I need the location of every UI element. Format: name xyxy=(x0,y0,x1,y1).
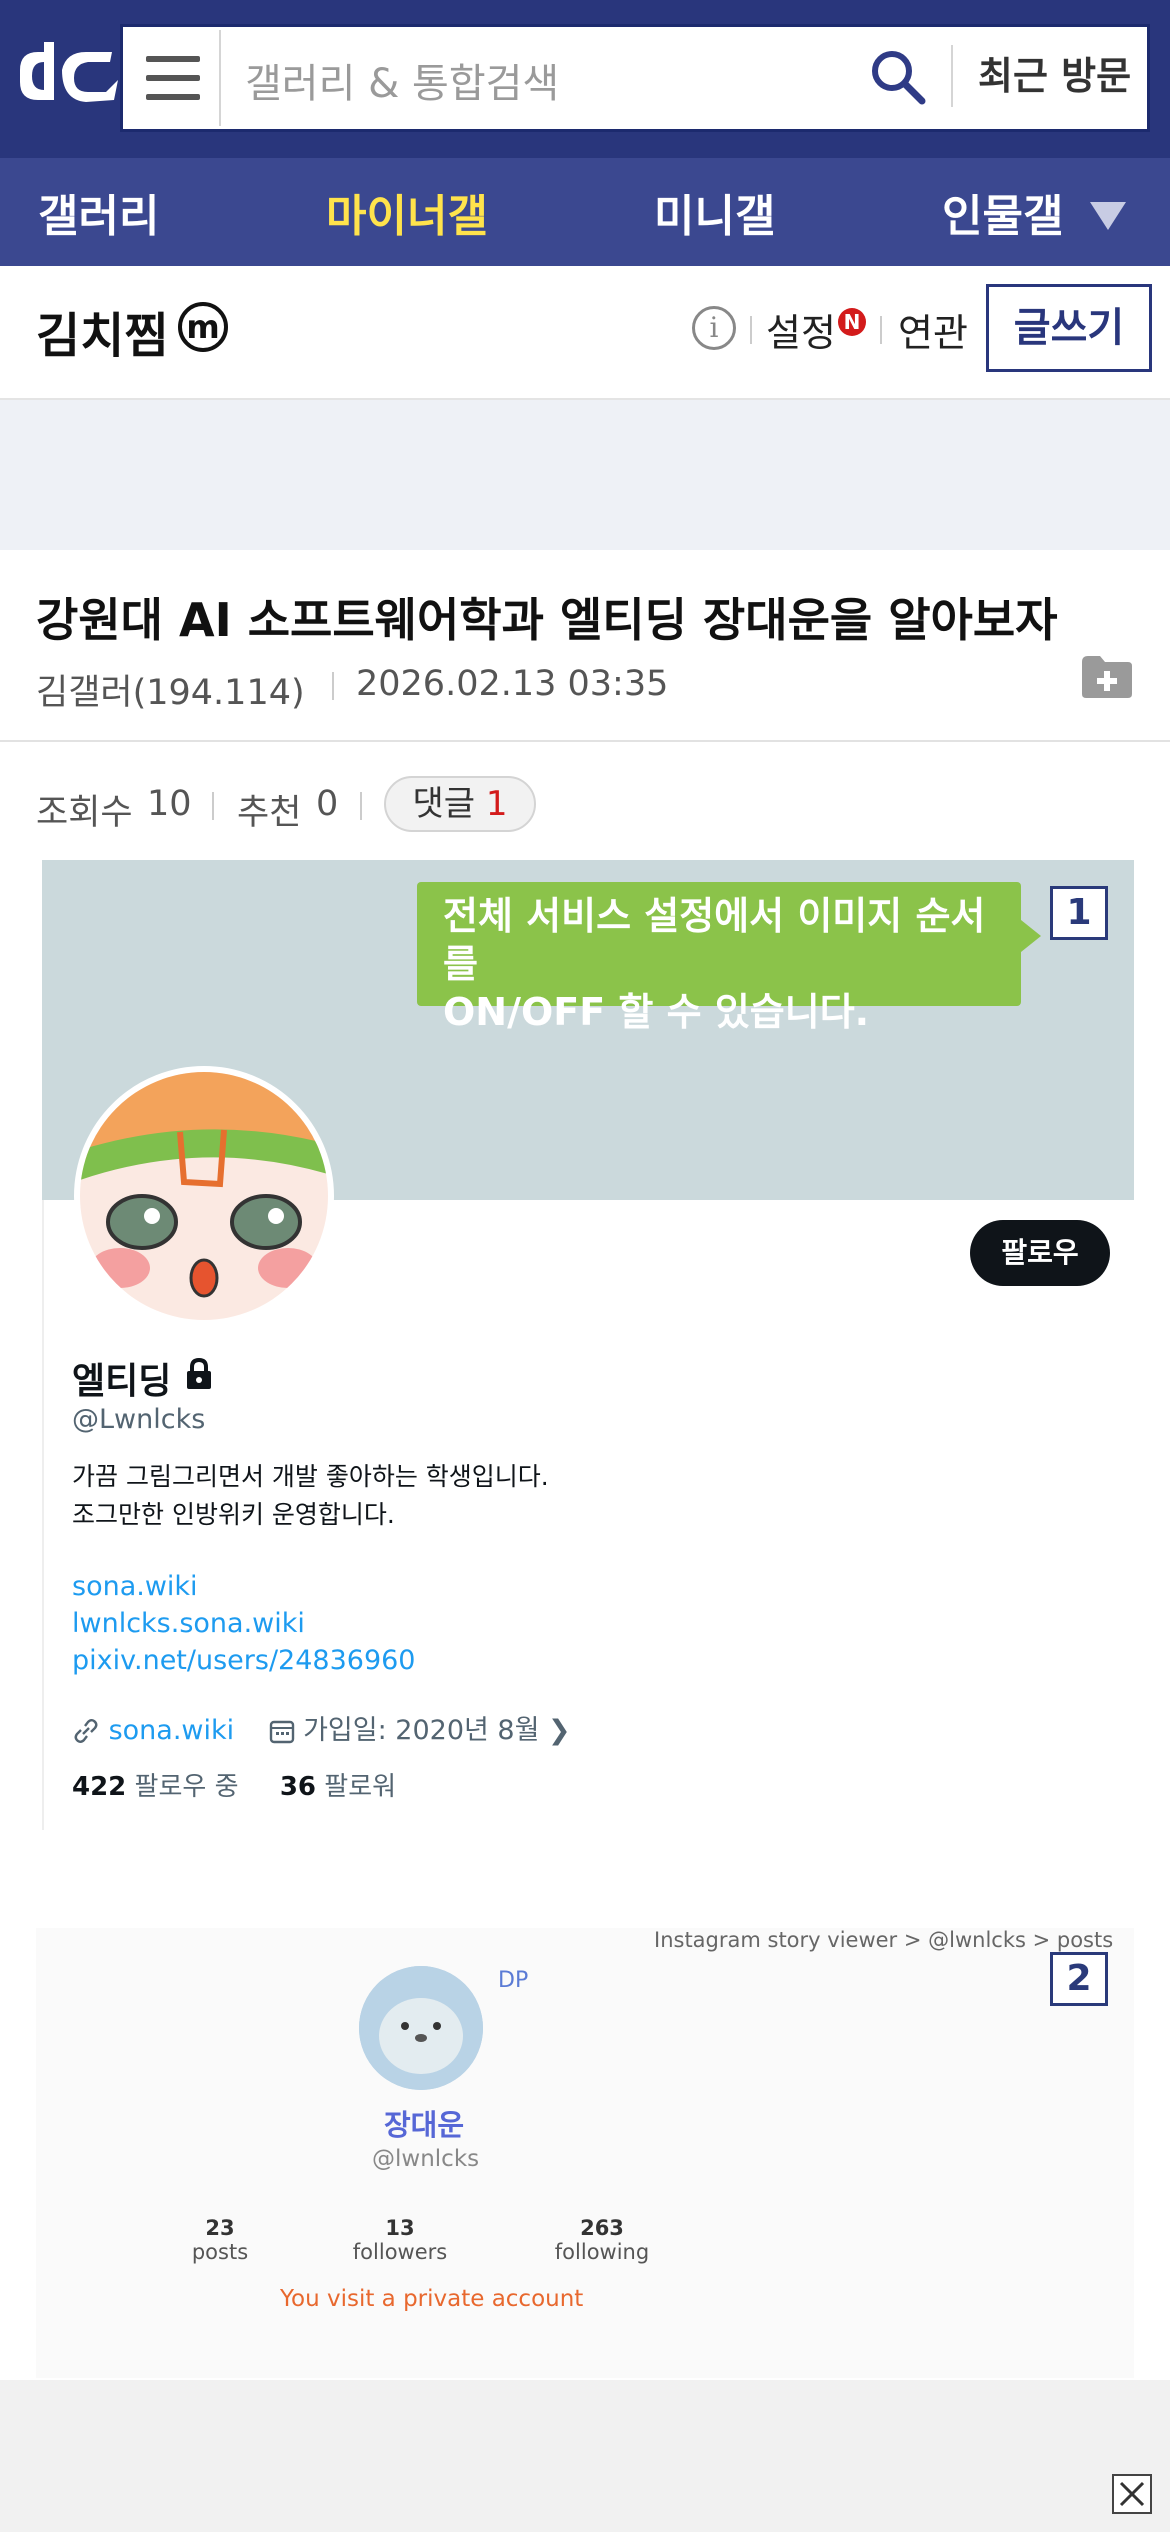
profile-link[interactable]: lwnlcks.sona.wiki xyxy=(72,1605,415,1642)
comment-count: 1 xyxy=(485,784,508,824)
minor-gallery-badge: m xyxy=(178,302,228,352)
stat-label: posts xyxy=(191,2240,249,2264)
stat-label: followers xyxy=(352,2240,448,2264)
ad-banner xyxy=(0,400,1170,550)
post-image-2: Instagram story viewer > @lwnlcks > post… xyxy=(36,1928,1134,2378)
profile-website[interactable]: sona.wiki xyxy=(109,1715,235,1746)
stat-posts: 23 posts xyxy=(140,2216,300,2264)
link-icon xyxy=(74,1719,98,1743)
post-title: 강원대 AI 소프트웨어학과 엘티딩 장대운을 알아보자 xyxy=(36,593,1058,647)
nav-mini-gallery[interactable]: 미니갤 xyxy=(654,180,775,244)
recent-visit-button[interactable]: 최근 방문 xyxy=(978,45,1131,100)
recommend-count: 0 xyxy=(316,784,339,824)
info-icon[interactable]: i xyxy=(692,306,736,350)
views-label: 조회수 xyxy=(36,793,133,833)
gallery-nav: 갤러리 마이너갤 미니갤 인물갤 xyxy=(0,158,1170,266)
divider xyxy=(212,792,214,820)
image-number-badge[interactable]: 2 xyxy=(1050,1952,1108,2006)
profile-links: sona.wiki lwnlcks.sona.wiki pixiv.net/us… xyxy=(72,1568,415,1679)
profile-joined: 가입일: 2020년 8월 xyxy=(303,1715,540,1746)
stat-followers: 13 followers xyxy=(320,2216,480,2264)
profile-avatar xyxy=(359,1966,483,2090)
close-icon[interactable] xyxy=(1112,2474,1152,2514)
nav-gallery[interactable]: 갤러리 xyxy=(38,180,159,244)
search-input[interactable]: 갤러리 & 통합검색 xyxy=(245,51,559,109)
post-image-1: 전체 서비스 설정에서 이미지 순서를 ON/OFF 할 수 있습니다. 1 팔… xyxy=(42,860,1134,1830)
profile-handle: @lwnlcks xyxy=(372,2146,480,2172)
nav-minor-gallery[interactable]: 마이너갤 xyxy=(326,180,488,244)
post-author[interactable]: 김갤러(194.114) xyxy=(36,664,305,715)
gallery-title-bar: 김치찜 m i 설정 N 연관 글쓰기 xyxy=(0,266,1170,400)
divider xyxy=(360,792,362,820)
divider xyxy=(332,672,334,700)
divider xyxy=(750,316,752,344)
seal-avatar-icon xyxy=(359,1966,483,2090)
profile-avatar xyxy=(74,1066,334,1326)
lock-icon xyxy=(187,1358,211,1389)
related-button[interactable]: 연관 xyxy=(898,302,968,357)
profile-name: 엘티딩 xyxy=(72,1361,172,1402)
add-folder-icon[interactable] xyxy=(1080,654,1134,698)
stat-value: 13 xyxy=(385,2216,415,2240)
menu-button[interactable] xyxy=(126,30,221,126)
new-badge: N xyxy=(838,308,866,336)
search-box[interactable]: 갤러리 & 통합검색 최근 방문 xyxy=(120,24,1150,132)
stat-value: 23 xyxy=(205,2216,235,2240)
bio-line-1: 가끔 그림그리면서 개발 좋아하는 학생입니다. xyxy=(72,1462,549,1491)
recommend-label: 추천 xyxy=(237,793,302,833)
image-order-tooltip: 전체 서비스 설정에서 이미지 순서를 ON/OFF 할 수 있습니다. xyxy=(417,882,1021,1034)
tooltip-line-2: ON/OFF 할 수 있습니다. xyxy=(443,990,870,1034)
profile-meta: sona.wiki 가입일: 2020년 8월 ❯ xyxy=(72,1708,571,1747)
follow-button[interactable]: 팔로우 xyxy=(970,1220,1110,1286)
views-count: 10 xyxy=(147,784,192,824)
post-date: 2026.02.13 03:35 xyxy=(356,664,669,704)
nav-person-gallery[interactable]: 인물갤 xyxy=(942,180,1063,244)
write-button[interactable]: 글쓰기 xyxy=(986,284,1152,372)
image-number-badge[interactable]: 1 xyxy=(1050,886,1108,940)
divider xyxy=(880,316,882,344)
profile-follow-counts: 422 팔로우 중 36 팔로워 xyxy=(72,1766,396,1803)
dp-label[interactable]: DP xyxy=(498,1968,528,1993)
bio-line-2: 조그만한 인방위키 운영합니다. xyxy=(72,1500,395,1529)
divider xyxy=(42,1200,44,1830)
chevron-right-icon: ❯ xyxy=(548,1715,571,1746)
divider xyxy=(951,45,953,107)
profile-handle: @Lwnlcks xyxy=(72,1404,206,1435)
tooltip-arrow xyxy=(1021,920,1041,952)
search-icon[interactable] xyxy=(868,47,928,107)
profile-bio: 가끔 그림그리면서 개발 좋아하는 학생입니다. 조그만한 인방위키 운영합니다… xyxy=(72,1458,549,1534)
private-account-note: You visit a private account xyxy=(280,2286,584,2312)
settings-button[interactable]: 설정 xyxy=(766,302,836,357)
divider xyxy=(0,740,1170,742)
chevron-down-icon[interactable] xyxy=(1090,202,1126,230)
calendar-icon xyxy=(269,1720,294,1744)
comment-button[interactable]: 댓글 1 xyxy=(384,776,536,832)
stat-label: following xyxy=(554,2240,650,2264)
following-label[interactable]: 팔로우 중 xyxy=(135,1772,239,1802)
top-header: 갤러리 & 통합검색 최근 방문 xyxy=(0,0,1170,158)
comment-label: 댓글 xyxy=(412,784,476,824)
tooltip-line-1: 전체 서비스 설정에서 이미지 순서를 xyxy=(443,894,986,986)
followers-count: 36 xyxy=(279,1772,317,1802)
dc-logo-icon[interactable] xyxy=(14,40,118,118)
bottom-ad-banner xyxy=(0,2380,1170,2532)
stat-value: 263 xyxy=(580,2216,624,2240)
following-count: 422 xyxy=(72,1772,127,1802)
followers-label[interactable]: 팔로워 xyxy=(324,1772,396,1802)
gallery-title[interactable]: 김치찜 xyxy=(36,296,168,366)
breadcrumb: Instagram story viewer > @lwnlcks > post… xyxy=(654,1928,1114,1952)
profile-link[interactable]: pixiv.net/users/24836960 xyxy=(72,1642,415,1679)
anime-avatar-icon xyxy=(80,1072,328,1320)
profile-name: 장대운 xyxy=(384,2108,465,2142)
profile-link[interactable]: sona.wiki xyxy=(72,1568,415,1605)
stat-following: 263 following xyxy=(522,2216,682,2264)
